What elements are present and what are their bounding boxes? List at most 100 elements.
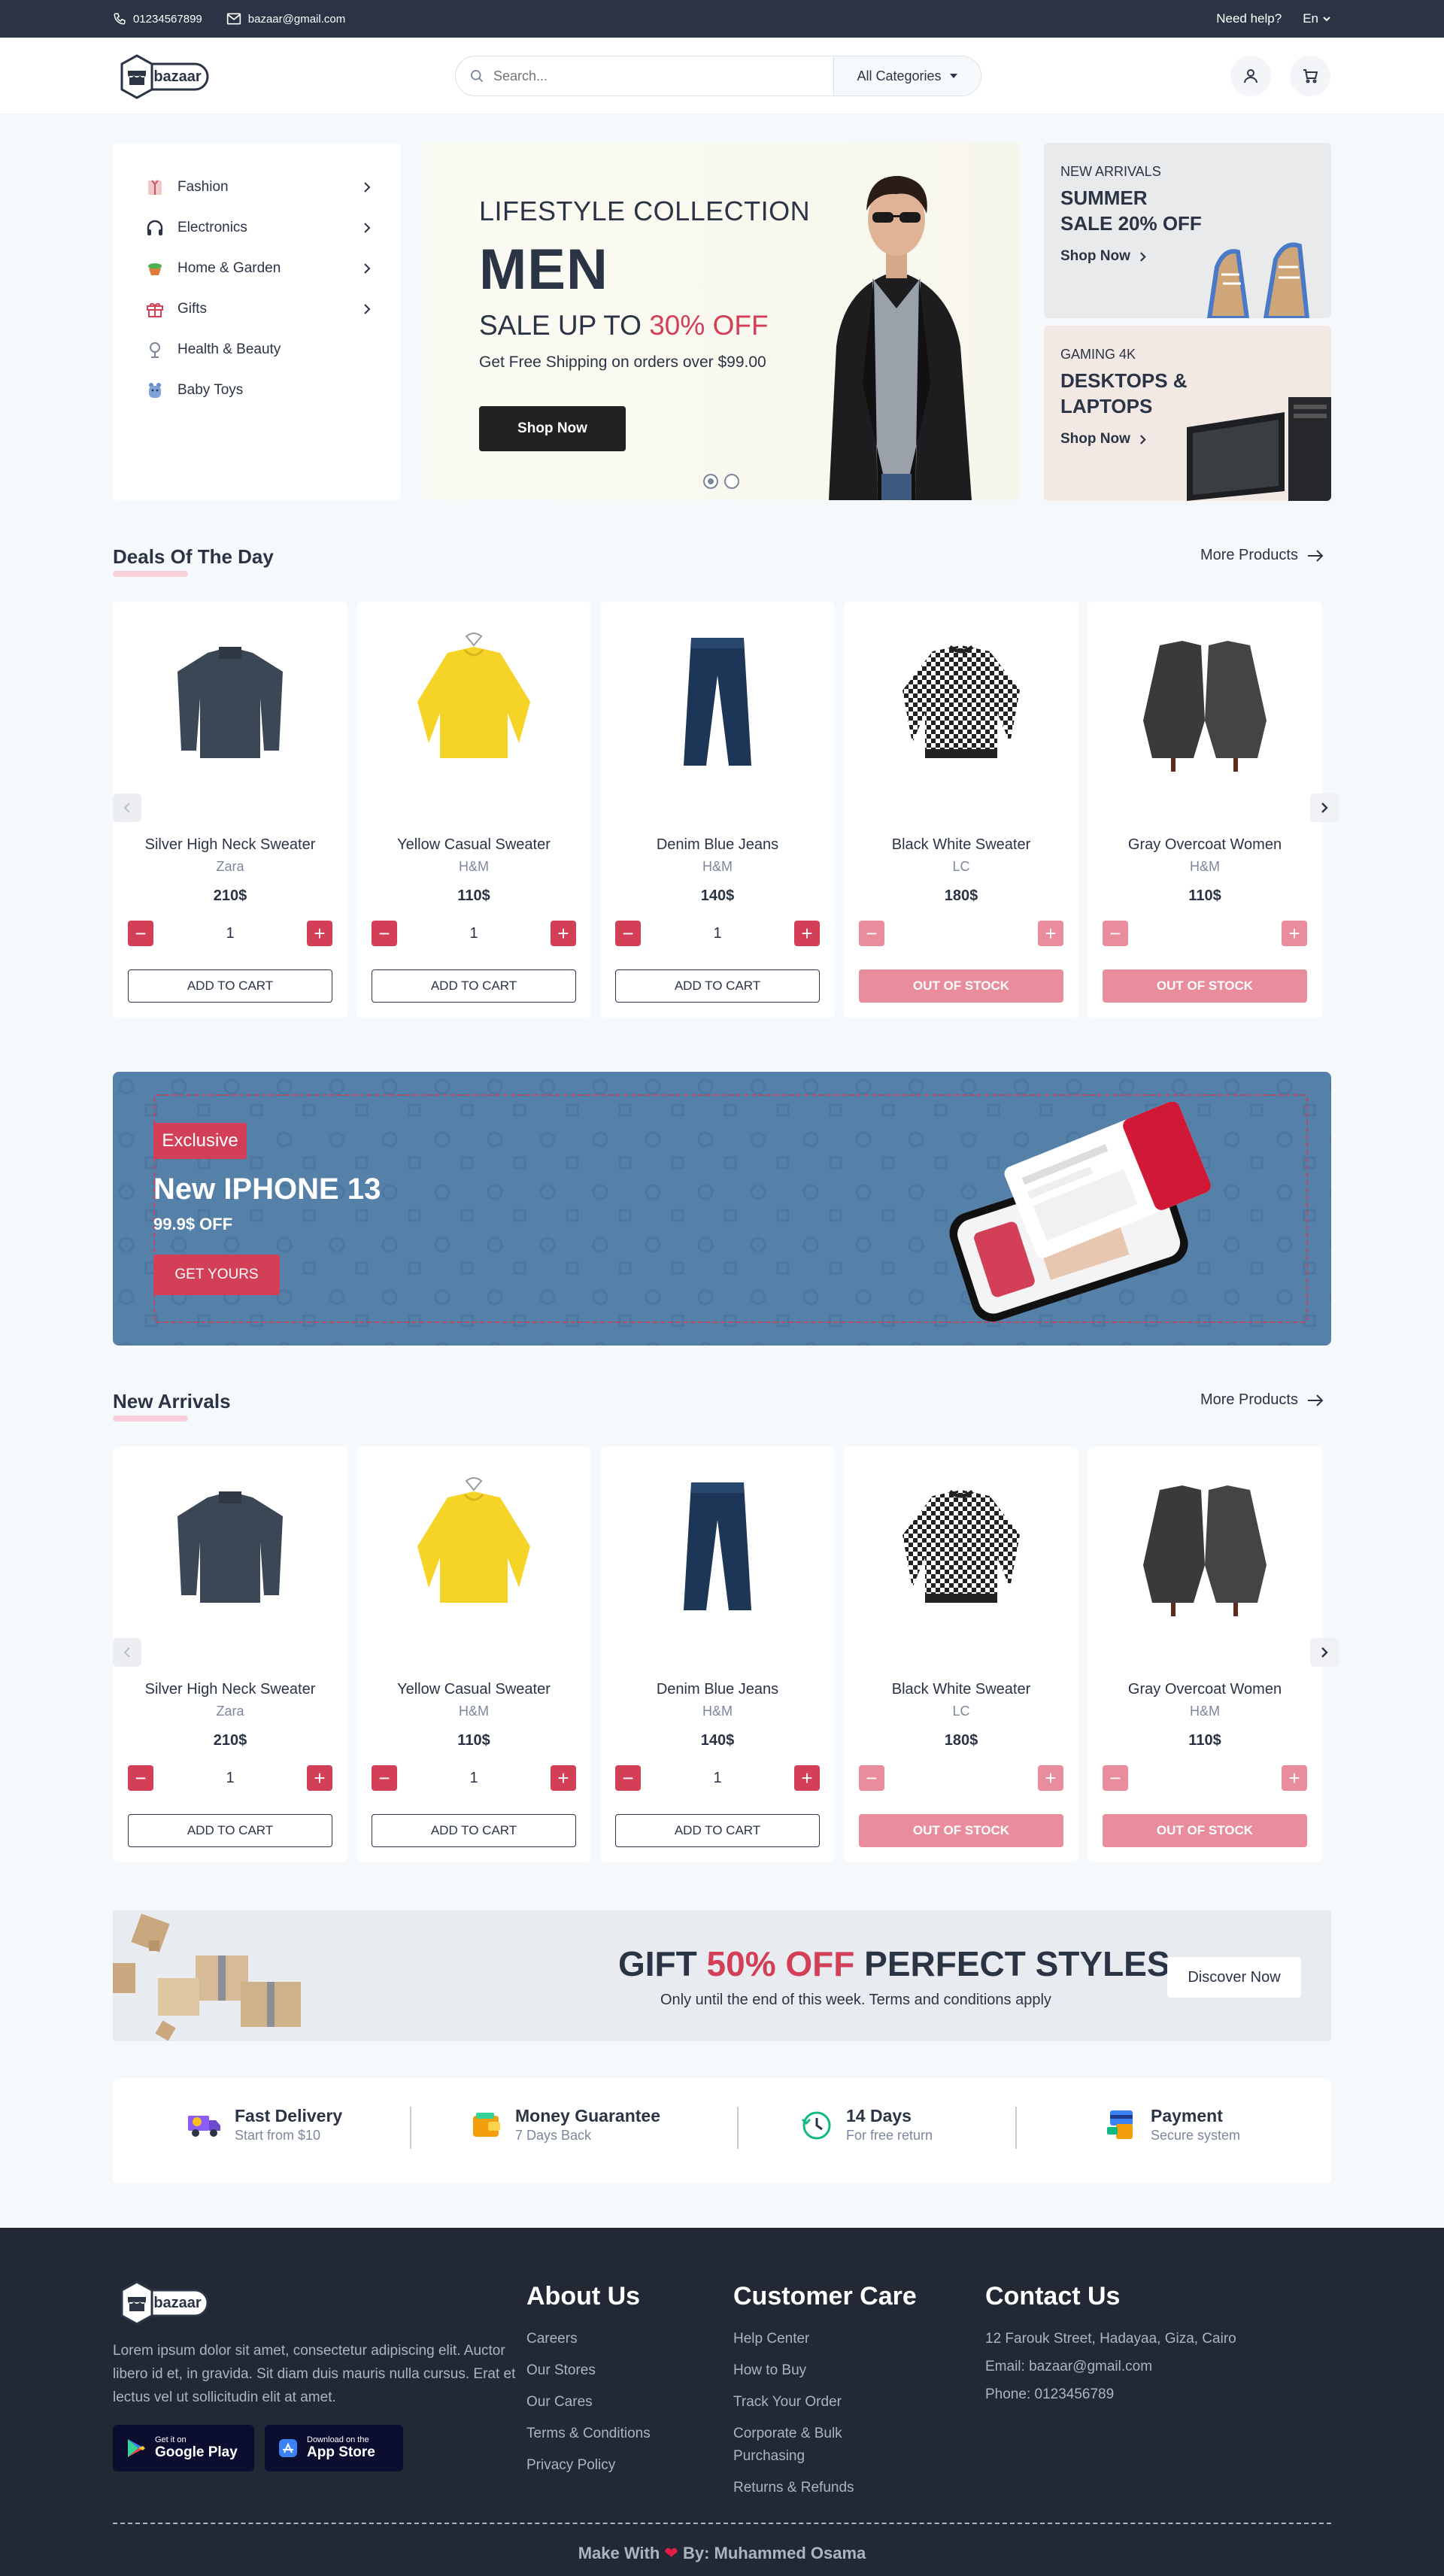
carousel-next-button[interactable] xyxy=(1310,1638,1339,1667)
product-image[interactable] xyxy=(642,1475,793,1618)
product-card[interactable]: Gray Overcoat Women H&M 110$ − + OUT OF STOCK xyxy=(1088,1446,1322,1862)
product-name[interactable]: Silver High Neck Sweater xyxy=(113,836,347,854)
decrease-quantity-button[interactable]: − xyxy=(859,921,884,946)
decrease-quantity-button[interactable]: − xyxy=(372,921,397,946)
product-name[interactable]: Yellow Casual Sweater xyxy=(356,1681,591,1698)
product-name[interactable]: Gray Overcoat Women xyxy=(1088,836,1322,854)
increase-quantity-button[interactable]: + xyxy=(551,1765,576,1791)
category-dropdown[interactable]: All Categories xyxy=(833,56,981,96)
product-image[interactable] xyxy=(399,630,549,773)
product-card[interactable]: Yellow Casual Sweater H&M 110$ − 1 + ADD TO CA… xyxy=(356,1446,591,1862)
product-card[interactable]: Denim Blue Jeans H&M 140$ − 1 + ADD TO CART xyxy=(600,602,835,1018)
footer-logo[interactable]: bazaar xyxy=(113,2279,212,2327)
product-image[interactable] xyxy=(886,1475,1036,1618)
arrivals-more-link[interactable]: More Products xyxy=(1200,1391,1324,1409)
footer-link-privacy[interactable]: Privacy Policy xyxy=(526,2454,651,2477)
product-card[interactable]: Gray Overcoat Women H&M 110$ − + OUT OF STOCK xyxy=(1088,602,1322,1018)
increase-quantity-button[interactable]: + xyxy=(307,921,332,946)
add-to-cart-button[interactable]: ADD TO CART xyxy=(615,969,820,1003)
hero-shop-now-button[interactable]: Shop Now xyxy=(479,406,626,451)
product-card[interactable]: Black White Sweater LC 180$ − + OUT OF STOCK xyxy=(844,602,1078,1018)
increase-quantity-button[interactable]: + xyxy=(1282,921,1307,946)
google-play-button[interactable]: Get it on Google Play xyxy=(113,2425,254,2471)
product-name[interactable]: Gray Overcoat Women xyxy=(1088,1681,1322,1698)
account-button[interactable] xyxy=(1230,56,1271,96)
add-to-cart-button[interactable]: ADD TO CART xyxy=(128,1814,332,1847)
increase-quantity-button[interactable]: + xyxy=(794,921,820,946)
decrease-quantity-button[interactable]: − xyxy=(1103,1765,1128,1791)
decrease-quantity-button[interactable]: − xyxy=(615,1765,641,1791)
product-image[interactable] xyxy=(399,1475,549,1618)
category-item-baby-toys[interactable]: Baby Toys xyxy=(113,370,401,411)
product-card[interactable]: Silver High Neck Sweater Zara 210$ − 1 + ADD T… xyxy=(113,1446,347,1862)
decrease-quantity-button[interactable]: − xyxy=(128,921,153,946)
deals-more-link[interactable]: More Products xyxy=(1200,547,1324,564)
add-to-cart-button[interactable]: ADD TO CART xyxy=(372,1814,576,1847)
out-of-stock-button[interactable]: OUT OF STOCK xyxy=(1103,969,1307,1003)
decrease-quantity-button[interactable]: − xyxy=(372,1765,397,1791)
increase-quantity-button[interactable]: + xyxy=(794,1765,820,1791)
product-name[interactable]: Denim Blue Jeans xyxy=(600,836,835,854)
product-image[interactable] xyxy=(1130,1475,1280,1618)
product-image[interactable] xyxy=(886,630,1036,773)
product-image[interactable] xyxy=(1130,630,1280,773)
category-item-home-garden[interactable]: Home & Garden xyxy=(113,248,401,289)
get-yours-button[interactable]: GET YOURS xyxy=(153,1255,280,1295)
carousel-prev-button[interactable] xyxy=(113,793,141,822)
discover-now-button[interactable]: Discover Now xyxy=(1167,1957,1301,1998)
help-link[interactable]: Need help? xyxy=(1216,11,1282,26)
product-name[interactable]: Yellow Casual Sweater xyxy=(356,836,591,854)
increase-quantity-button[interactable]: + xyxy=(1038,921,1063,946)
topbar-email[interactable]: bazaar@gmail.com xyxy=(226,12,345,26)
promo-shop-link[interactable]: Shop Now xyxy=(1060,431,1146,448)
increase-quantity-button[interactable]: + xyxy=(1038,1765,1063,1791)
footer-link-help-center[interactable]: Help Center xyxy=(733,2328,884,2350)
footer-link-track-order[interactable]: Track Your Order xyxy=(733,2391,884,2414)
promo-shop-link[interactable]: Shop Now xyxy=(1060,248,1146,265)
category-item-health-beauty[interactable]: Health & Beauty xyxy=(113,329,401,370)
category-item-gifts[interactable]: Gifts xyxy=(113,289,401,329)
out-of-stock-button[interactable]: OUT OF STOCK xyxy=(1103,1814,1307,1847)
add-to-cart-button[interactable]: ADD TO CART xyxy=(128,969,332,1003)
carousel-dot-1[interactable] xyxy=(703,474,718,489)
footer-link-our-cares[interactable]: Our Cares xyxy=(526,2391,651,2414)
site-logo[interactable]: bazaar xyxy=(113,53,212,101)
decrease-quantity-button[interactable]: − xyxy=(1103,921,1128,946)
product-card[interactable]: Denim Blue Jeans H&M 140$ − 1 + ADD TO CART xyxy=(600,1446,835,1862)
product-name[interactable]: Denim Blue Jeans xyxy=(600,1681,835,1698)
out-of-stock-button[interactable]: OUT OF STOCK xyxy=(859,1814,1063,1847)
product-name[interactable]: Black White Sweater xyxy=(844,1681,1078,1698)
increase-quantity-button[interactable]: + xyxy=(551,921,576,946)
decrease-quantity-button[interactable]: − xyxy=(128,1765,153,1791)
decrease-quantity-button[interactable]: − xyxy=(859,1765,884,1791)
out-of-stock-button[interactable]: OUT OF STOCK xyxy=(859,969,1063,1003)
footer-link-returns[interactable]: Returns & Refunds xyxy=(733,2477,884,2499)
product-image[interactable] xyxy=(155,630,305,773)
language-select[interactable]: En xyxy=(1303,11,1331,26)
product-card[interactable]: Yellow Casual Sweater H&M 110$ − 1 + ADD TO CA… xyxy=(356,602,591,1018)
product-name[interactable]: Black White Sweater xyxy=(844,836,1078,854)
carousel-dot-2[interactable] xyxy=(724,474,739,489)
increase-quantity-button[interactable]: + xyxy=(1282,1765,1307,1791)
promo-card-gaming[interactable]: GAMING 4K DESKTOPS & LAPTOPS Shop Now xyxy=(1044,326,1331,501)
cart-button[interactable] xyxy=(1290,56,1330,96)
product-card[interactable]: Silver High Neck Sweater Zara 210$ − 1 + ADD T… xyxy=(113,602,347,1018)
topbar-phone[interactable]: 01234567899 xyxy=(113,12,202,26)
search-input[interactable] xyxy=(493,57,833,95)
increase-quantity-button[interactable]: + xyxy=(307,1765,332,1791)
add-to-cart-button[interactable]: ADD TO CART xyxy=(615,1814,820,1847)
app-store-button[interactable]: Download on the App Store xyxy=(265,2425,403,2471)
carousel-next-button[interactable] xyxy=(1310,793,1339,822)
product-card[interactable]: Black White Sweater LC 180$ − + OUT OF STOCK xyxy=(844,1446,1078,1862)
product-name[interactable]: Silver High Neck Sweater xyxy=(113,1681,347,1698)
add-to-cart-button[interactable]: ADD TO CART xyxy=(372,969,576,1003)
footer-link-how-to-buy[interactable]: How to Buy xyxy=(733,2359,884,2382)
category-item-electronics[interactable]: Electronics xyxy=(113,208,401,248)
footer-link-our-stores[interactable]: Our Stores xyxy=(526,2359,651,2382)
footer-link-corporate[interactable]: Corporate & Bulk Purchasing xyxy=(733,2423,884,2468)
category-item-fashion[interactable]: Fashion xyxy=(113,167,401,208)
footer-link-terms[interactable]: Terms & Conditions xyxy=(526,2423,651,2445)
footer-link-careers[interactable]: Careers xyxy=(526,2328,651,2350)
product-image[interactable] xyxy=(155,1475,305,1618)
decrease-quantity-button[interactable]: − xyxy=(615,921,641,946)
